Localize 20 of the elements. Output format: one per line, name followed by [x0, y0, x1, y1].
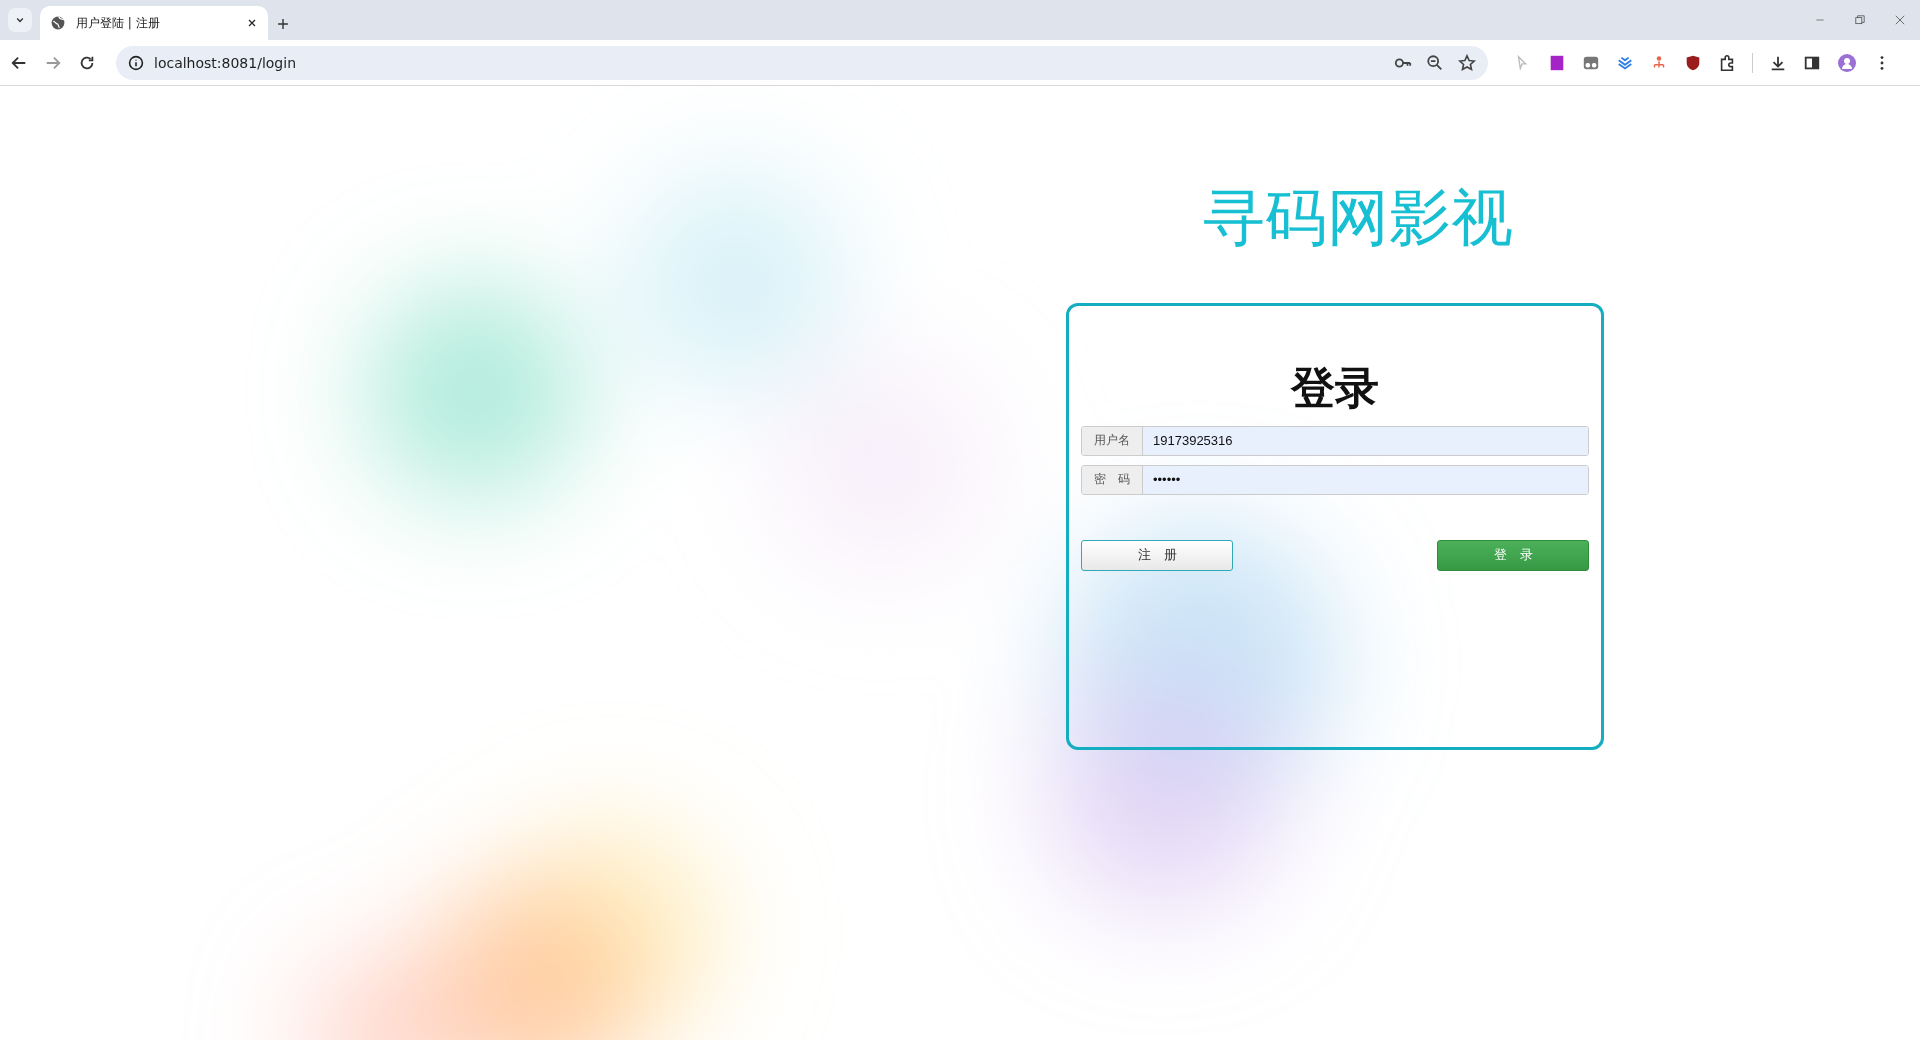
globe-icon — [50, 15, 66, 31]
close-icon[interactable] — [246, 17, 258, 29]
shield-icon[interactable] — [1684, 53, 1702, 72]
puzzle-icon[interactable] — [1718, 53, 1736, 72]
address-bar[interactable]: localhost:8081/login — [116, 45, 1488, 80]
tab-title: 用户登陆 | 注册 — [76, 14, 161, 32]
star-icon[interactable] — [1458, 53, 1476, 72]
input-field[interactable]: 用户名 19173925316 — [1081, 426, 1589, 456]
info-icon[interactable] — [128, 54, 144, 71]
browser-tab[interactable]: 用户登陆 | 注册 — [40, 6, 268, 40]
input-field[interactable]: 密 码 •••••• — [1081, 465, 1589, 495]
login-heading: 登录 — [1291, 363, 1379, 412]
site-title: 寻码网影视 — [1203, 180, 1513, 256]
new-tab-plus-icon[interactable] — [276, 17, 290, 31]
register-button[interactable]: 注 册 — [1081, 540, 1233, 571]
restore-icon[interactable] — [1854, 14, 1866, 26]
extension-icon[interactable] — [1548, 53, 1566, 72]
zoom-out-icon[interactable] — [1426, 53, 1444, 72]
url-text: localhost:8081/login — [154, 54, 297, 71]
avatar-icon[interactable] — [1837, 52, 1857, 73]
